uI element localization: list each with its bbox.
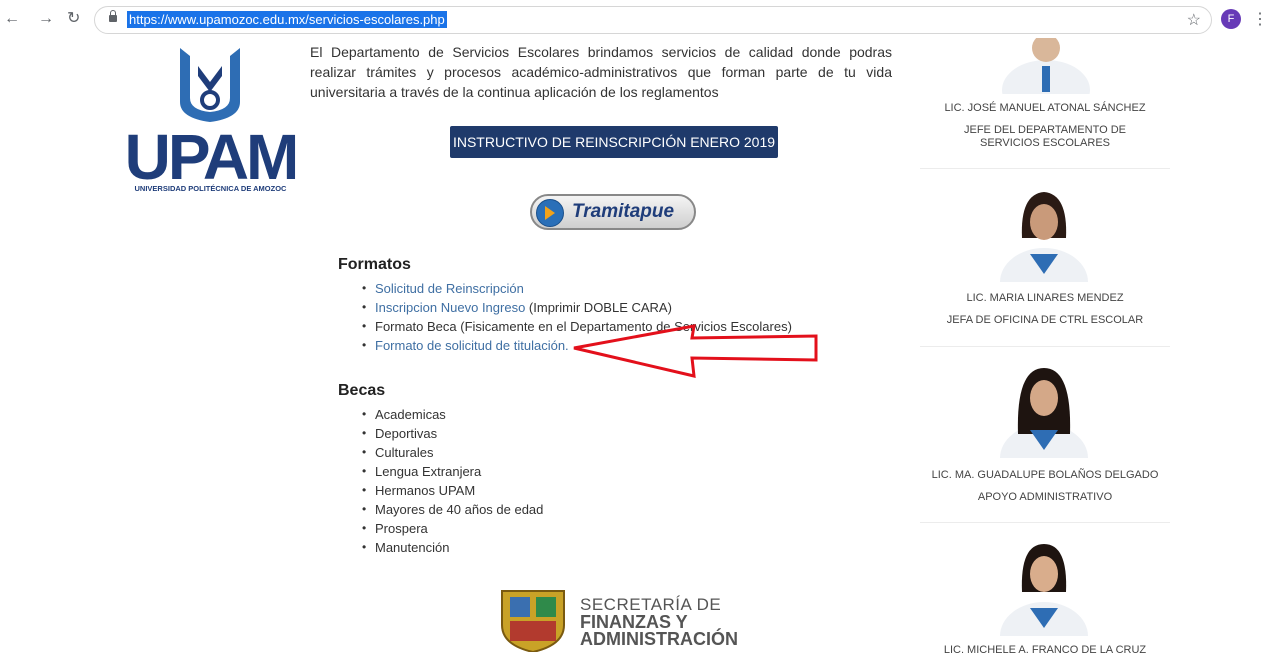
lock-icon (109, 10, 117, 22)
forward-arrow-icon[interactable]: → (38, 9, 54, 29)
staff-role: JEFE DEL DEPARTAMENTO DE SERVICIOS ESCOL… (964, 124, 1126, 149)
staff-card: LIC. MA. GUADALUPE BOLAÑOS DELGADO APOYO… (920, 469, 1170, 504)
reload-icon[interactable]: ↻ (67, 9, 80, 29)
inscripcion-note: (Imprimir DOBLE CARA) (525, 300, 672, 315)
list-item: Mayores de 40 años de edad (338, 500, 543, 519)
secretaria-finanzas-logo: SECRETARÍA DE FINANZAS Y ADMINISTRACIÓN (580, 596, 738, 649)
list-item: Prospera (338, 519, 543, 538)
becas-list: Academicas Deportivas Culturales Lengua … (338, 405, 543, 557)
upam-subtitle: UNIVERSIDAD POLITÉCNICA DE AMOZOC (134, 184, 287, 193)
staff-name: LIC. MICHELE A. FRANCO DE LA CRUZ (943, 644, 1147, 656)
list-item: Inscripcion Nuevo Ingreso (Imprimir DOBL… (338, 298, 792, 317)
tramitapue-button[interactable]: Tramitapue (530, 194, 696, 230)
staff-name: LIC. JOSÉ MANUEL ATONAL SÁNCHEZ (944, 102, 1146, 114)
secretaria-line3: ADMINISTRACIÓN (580, 629, 738, 649)
solicitud-titulacion-link[interactable]: Formato de solicitud de titulación. (375, 338, 569, 353)
inscripcion-nuevo-ingreso-link[interactable]: Inscripcion Nuevo Ingreso (375, 300, 525, 315)
becas-heading: Becas (338, 382, 386, 399)
divider (920, 522, 1170, 523)
list-item: Lengua Extranjera (338, 462, 543, 481)
upam-emblem-icon (180, 48, 240, 122)
list-item: Academicas (338, 405, 543, 424)
list-item: Hermanos UPAM (338, 481, 543, 500)
upam-wordmark: UPAM (124, 121, 300, 193)
list-item: Manutención (338, 538, 543, 557)
list-item: Deportivas (338, 424, 543, 443)
upam-logo[interactable]: UPAM UNIVERSIDAD POLITÉCNICA DE AMOZOC (118, 42, 303, 197)
list-item: Solicitud de Reinscripción (338, 279, 792, 298)
staff-name: LIC. MARIA LINARES MENDEZ (966, 292, 1124, 304)
back-arrow-icon[interactable]: ← (4, 9, 20, 29)
staff-role: APOYO ADMINISTRATIVO (977, 491, 1113, 503)
address-bar[interactable]: https://www.upamozoc.edu.mx/servicios-es… (94, 6, 1212, 34)
intro-paragraph: El Departamento de Servicios Escolares b… (310, 44, 892, 100)
list-item: Culturales (338, 443, 543, 462)
staff-photo (1000, 544, 1088, 636)
staff-name: LIC. MA. GUADALUPE BOLAÑOS DELGADO (931, 469, 1159, 481)
instructivo-reinscripcion-button[interactable]: INSTRUCTIVO DE REINSCRIPCIÓN ENERO 2019 (450, 126, 778, 158)
divider (920, 346, 1170, 347)
bookmark-star-icon[interactable]: ☆ (1187, 10, 1201, 30)
staff-photo (1000, 192, 1088, 282)
browser-toolbar: ← → ↻ https://www.upamozoc.edu.mx/servic… (0, 0, 1265, 38)
url-text[interactable]: https://www.upamozoc.edu.mx/servicios-es… (127, 11, 447, 28)
staff-role: JEFA DE OFICINA DE CTRL ESCOLAR (946, 314, 1144, 326)
staff-photo (1002, 38, 1090, 94)
staff-card: LIC. MARIA LINARES MENDEZ JEFA DE OFICIN… (920, 292, 1170, 327)
tramitapue-arrow-icon (536, 199, 564, 227)
menu-icon[interactable]: ⋮ (1252, 9, 1265, 29)
red-arrow-annotation (573, 324, 818, 378)
divider (920, 168, 1170, 169)
profile-avatar[interactable]: F (1221, 9, 1241, 29)
tramitapue-label: Tramitapue (572, 201, 675, 222)
solicitud-reinscripcion-link[interactable]: Solicitud de Reinscripción (375, 281, 524, 296)
state-shield-icon (501, 590, 565, 652)
staff-photo (1000, 368, 1088, 458)
formatos-heading: Formatos (338, 256, 411, 273)
staff-card: LIC. MICHELE A. FRANCO DE LA CRUZ (920, 644, 1170, 657)
staff-card: LIC. JOSÉ MANUEL ATONAL SÁNCHEZ JEFE DEL… (920, 102, 1170, 150)
